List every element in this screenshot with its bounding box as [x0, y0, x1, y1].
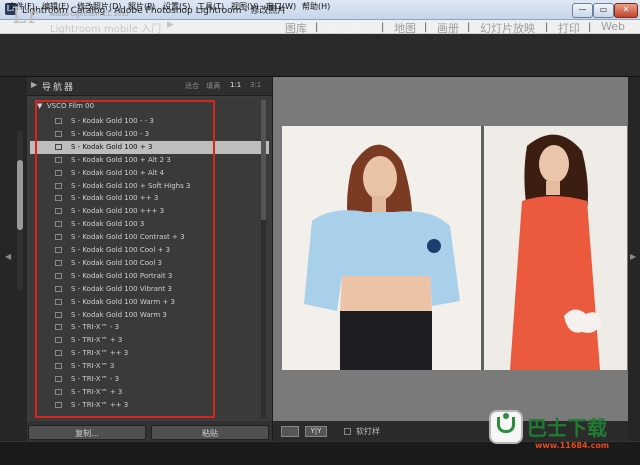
lightroom-mobile-link[interactable]: Lightroom mobile 入门 — [50, 20, 161, 35]
module-separator: | — [315, 22, 319, 33]
module-separator: | — [424, 22, 428, 33]
menu-window[interactable]: 窗口(W) — [266, 1, 296, 12]
copy-button[interactable]: 复制... — [28, 425, 146, 440]
softproof-label: 软打样 — [356, 427, 380, 436]
menu-tools[interactable]: 工具(T) — [197, 1, 224, 12]
zoom-1-1[interactable]: 1:1 — [230, 81, 241, 89]
before-after-compare-button[interactable]: Y|Y — [305, 426, 327, 437]
module-book[interactable]: 画册 — [437, 20, 459, 36]
module-develop[interactable]: 修改照片 — [328, 20, 372, 36]
watermark-text: 巴士下载 — [527, 416, 607, 440]
photo-illustration — [282, 126, 627, 370]
close-button[interactable]: ✕ — [614, 3, 638, 18]
loupe-view-icon[interactable] — [281, 426, 299, 437]
module-separator: | — [545, 22, 549, 33]
play-arrow-icon[interactable]: ▶ — [167, 20, 174, 30]
menu-view[interactable]: 视图(V) — [231, 1, 259, 12]
presets-scroll-thumb[interactable] — [261, 100, 266, 220]
module-print[interactable]: 打印 — [558, 20, 580, 36]
left-panel-collapse-icon[interactable]: ◀ — [5, 252, 11, 261]
product-name: Adobe Lightroom CC 2015 — [50, 11, 129, 18]
zoom-3-1[interactable]: 3:1 — [250, 81, 261, 89]
photo-preview[interactable] — [282, 126, 627, 370]
module-map[interactable]: 地图 — [394, 20, 416, 36]
watermark-logo-shape — [497, 417, 515, 433]
menu-settings[interactable]: 设置(S) — [163, 1, 190, 12]
module-slideshow[interactable]: 幻灯片放映 — [480, 20, 535, 36]
left-scroll-thumb[interactable] — [17, 160, 23, 230]
navigator-title: 导航器 — [42, 83, 76, 93]
paste-button[interactable]: 粘贴 — [151, 425, 269, 440]
menu-help[interactable]: 帮助(H) — [302, 1, 330, 12]
maximize-button[interactable]: ▭ — [593, 3, 614, 18]
highlight-annotation-box — [35, 100, 215, 418]
navigator-expand-icon[interactable]: ▶ — [31, 80, 37, 89]
compare-divider[interactable] — [481, 126, 484, 370]
lightroom-logo: Lr — [12, 4, 40, 29]
module-separator: | — [588, 22, 592, 33]
softproof-checkbox[interactable] — [344, 428, 351, 435]
module-separator: | — [467, 22, 471, 33]
module-separator: | — [381, 22, 385, 33]
minimize-button[interactable]: — — [572, 3, 593, 18]
watermark-logo-dot — [503, 413, 509, 419]
zoom-fit[interactable]: 适合 — [185, 81, 199, 91]
zoom-fill[interactable]: 填满 — [206, 81, 220, 91]
watermark-url: www.11684.com — [535, 441, 610, 450]
module-library[interactable]: 图库 — [285, 20, 307, 36]
module-web[interactable]: Web — [601, 20, 625, 33]
menu-photo[interactable]: 照片(P) — [128, 1, 155, 12]
right-panel-collapse-icon[interactable]: ▶ — [630, 252, 636, 261]
identity-plate — [0, 34, 640, 77]
